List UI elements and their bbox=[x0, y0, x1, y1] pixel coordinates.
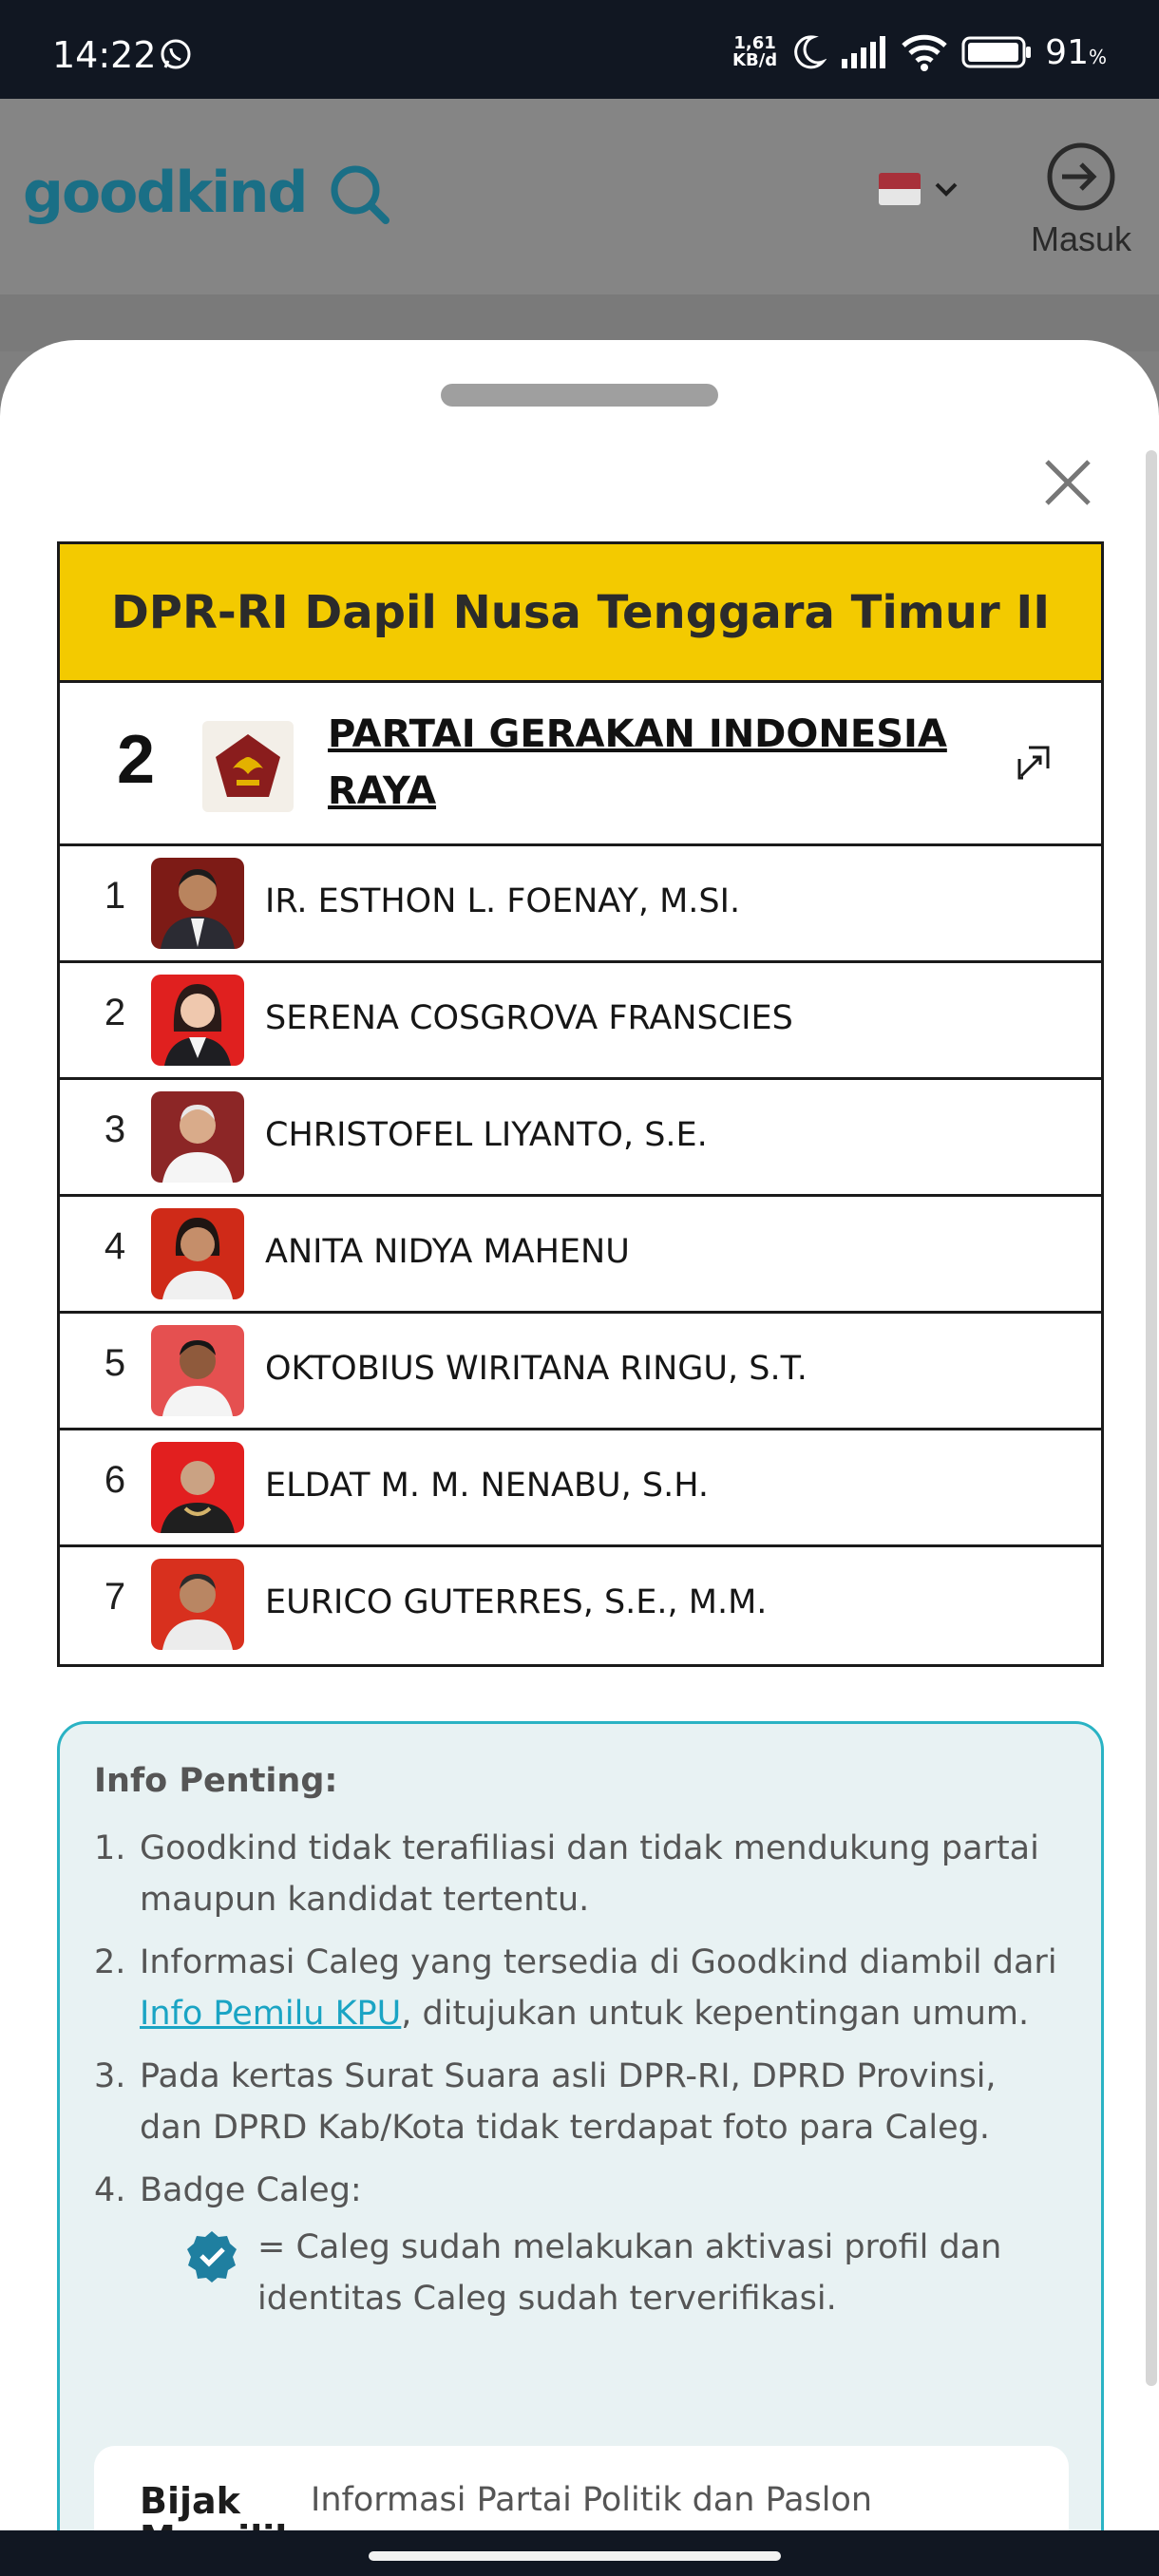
info-item-text: Badge Caleg: bbox=[140, 2171, 362, 2209]
candidate-photo bbox=[151, 1208, 244, 1299]
candidate-name: EURICO GUTERRES, S.E., M.M. bbox=[265, 1583, 768, 1621]
net-speed-unit: KB/d bbox=[732, 50, 778, 70]
goodkind-logo[interactable]: goodkind bbox=[23, 160, 308, 226]
candidate-row[interactable]: 7 EURICO GUTERRES, S.E., M.M. bbox=[60, 1547, 1101, 1664]
candidate-photo bbox=[151, 1559, 244, 1650]
candidate-name: ELDAT M. M. NENABU, S.H. bbox=[265, 1467, 710, 1505]
candidate-name: SERENA COSGROVA FRANSCIES bbox=[265, 999, 793, 1037]
info-list: 1. Goodkind tidak terafiliasi dan tidak m… bbox=[94, 1823, 1063, 2336]
candidate-photo bbox=[151, 975, 244, 1066]
indonesia-flag-icon bbox=[879, 173, 921, 205]
candidate-number: 3 bbox=[104, 1108, 126, 1150]
battery-unit: % bbox=[1088, 45, 1107, 68]
party-number: 2 bbox=[117, 722, 156, 798]
chevron-down-icon bbox=[935, 182, 958, 197]
candidate-number: 7 bbox=[104, 1576, 126, 1618]
candidate-number: 2 bbox=[104, 992, 126, 1033]
whatsapp-icon bbox=[161, 39, 191, 69]
battery-icon bbox=[961, 36, 1032, 68]
status-time: 14:22 bbox=[52, 34, 157, 76]
kpu-info-link[interactable]: Info Pemilu KPU bbox=[140, 1995, 401, 2033]
status-bar: 14:22 1,61 KB/d 91% bbox=[0, 0, 1159, 99]
info-item: 1. Goodkind tidak terafiliasi dan tidak m… bbox=[94, 1829, 1039, 1919]
candidate-number: 6 bbox=[104, 1459, 126, 1501]
scrollbar[interactable] bbox=[1146, 450, 1157, 2386]
badge-explanation-text: = Caleg sudah melakukan aktivasi profil … bbox=[257, 2228, 1002, 2318]
info-item: 2. Informasi Caleg yang tersedia di Goodk… bbox=[94, 1943, 1057, 2033]
candidate-photo bbox=[151, 1091, 244, 1183]
candidate-photo bbox=[151, 858, 244, 949]
candidate-name: IR. ESTHON L. FOENAY, M.SI. bbox=[265, 882, 741, 920]
candidate-number: 4 bbox=[104, 1225, 126, 1267]
system-navigation-bar bbox=[0, 2530, 1159, 2576]
login-icon bbox=[1047, 142, 1115, 211]
moon-icon bbox=[794, 35, 827, 69]
info-item-text: Pada kertas Surat Suara asli DPR-RI, DPR… bbox=[140, 2057, 997, 2147]
verified-badge-icon bbox=[187, 2231, 237, 2282]
cell-signal-icon bbox=[842, 36, 886, 68]
bijak-memilih-text: Informasi Partai Politik dan Paslon bbox=[311, 2481, 873, 2519]
status-icons: 1,61 KB/d 91% bbox=[732, 28, 1107, 76]
info-item-text: , ditujukan untuk kepentingan umum. bbox=[401, 1995, 1030, 2033]
party-row: 2 PARTAI GERAKAN INDONESIA RAYA bbox=[60, 683, 1101, 846]
info-item-text: Goodkind tidak terafiliasi dan tidak men… bbox=[140, 1829, 1039, 1919]
candidate-photo bbox=[151, 1442, 244, 1533]
search-icon[interactable] bbox=[327, 161, 393, 228]
important-info-box: Info Penting: 1. Goodkind tidak terafilia… bbox=[57, 1721, 1104, 2534]
net-speed: 1,61 KB/d bbox=[732, 35, 777, 69]
language-selector[interactable] bbox=[879, 173, 959, 205]
electoral-district-title: DPR-RI Dapil Nusa Tenggara Timur II bbox=[60, 544, 1101, 683]
battery-level: 91% bbox=[1045, 33, 1107, 72]
candidate-number: 5 bbox=[104, 1342, 126, 1384]
info-item: 3. Pada kertas Surat Suara asli DPR-RI, D… bbox=[94, 2057, 997, 2147]
bijak-logo-line1: Bijak bbox=[140, 2480, 240, 2522]
candidate-row[interactable]: 4 ANITA NIDYA MAHENU bbox=[60, 1197, 1101, 1314]
party-detail-sheet: DPR-RI Dapil Nusa Tenggara Timur II 2 PA… bbox=[0, 340, 1159, 2534]
login-button[interactable]: Masuk bbox=[1024, 141, 1138, 259]
party-table: DPR-RI Dapil Nusa Tenggara Timur II 2 PA… bbox=[57, 541, 1104, 1667]
party-logo-icon bbox=[202, 721, 294, 812]
candidate-name: CHRISTOFEL LIYANTO, S.E. bbox=[265, 1116, 708, 1154]
info-item-text: Informasi Caleg yang tersedia di Goodkin… bbox=[140, 1943, 1057, 1981]
external-link-icon[interactable] bbox=[1014, 742, 1055, 784]
candidate-number: 1 bbox=[104, 875, 126, 917]
bijak-memilih-card[interactable]: Bijak Memilih Informasi Partai Politik d… bbox=[94, 2446, 1069, 2534]
info-title: Info Penting: bbox=[94, 1762, 338, 1800]
badge-explanation: = Caleg sudah melakukan aktivasi profil … bbox=[140, 2222, 1063, 2324]
battery-value: 91 bbox=[1045, 32, 1089, 72]
candidate-row[interactable]: 5 OKTOBIUS WIRITANA RINGU, S.T. bbox=[60, 1314, 1101, 1430]
home-gesture-handle[interactable] bbox=[369, 2551, 781, 2561]
bijak-memilih-logo: Bijak Memilih bbox=[140, 2482, 300, 2534]
login-label: Masuk bbox=[1030, 219, 1132, 258]
candidate-row[interactable]: 6 ELDAT M. M. NENABU, S.H. bbox=[60, 1430, 1101, 1547]
candidate-row[interactable]: 3 CHRISTOFEL LIYANTO, S.E. bbox=[60, 1080, 1101, 1197]
wifi-icon bbox=[902, 34, 947, 71]
candidate-row[interactable]: 2 SERENA COSGROVA FRANSCIES bbox=[60, 963, 1101, 1080]
info-item: 4. Badge Caleg: = Caleg sudah melakukan a… bbox=[94, 2165, 1063, 2324]
sheet-drag-handle[interactable] bbox=[441, 384, 718, 407]
candidate-row[interactable]: 1 IR. ESTHON L. FOENAY, M.SI. bbox=[60, 846, 1101, 963]
candidate-name: ANITA NIDYA MAHENU bbox=[265, 1233, 630, 1271]
close-icon[interactable] bbox=[1041, 456, 1094, 509]
candidate-name: OKTOBIUS WIRITANA RINGU, S.T. bbox=[265, 1350, 808, 1388]
candidate-photo bbox=[151, 1325, 244, 1416]
party-name-link[interactable]: PARTAI GERAKAN INDONESIA RAYA bbox=[328, 706, 955, 820]
